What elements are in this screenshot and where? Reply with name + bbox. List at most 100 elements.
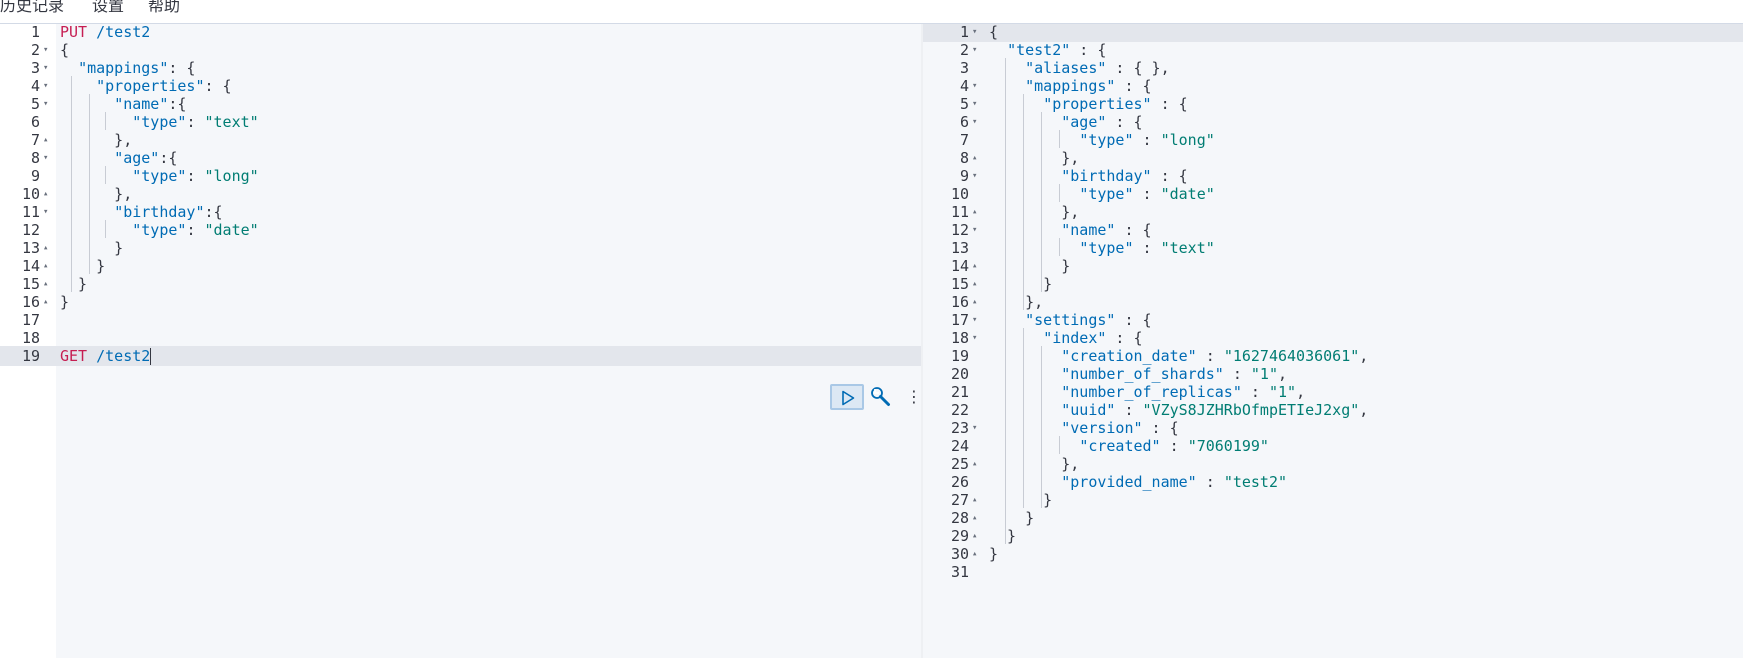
fold-caret-up-icon[interactable]: ▴ [43, 184, 48, 204]
fold-caret-up-icon[interactable]: ▴ [972, 490, 977, 510]
json-punct: } [60, 239, 124, 257]
code-text: "birthday":{ [60, 202, 222, 222]
fold-caret-up-icon[interactable]: ▴ [972, 526, 977, 546]
fold-caret-down-icon[interactable]: ▾ [43, 58, 48, 78]
json-punct [60, 203, 114, 221]
fold-caret-up-icon[interactable]: ▴ [972, 256, 977, 276]
json-punct: : [1241, 383, 1269, 401]
json-punct [989, 221, 1061, 239]
json-punct: } [989, 275, 1053, 293]
line-number: 24 [950, 437, 969, 455]
code-line: 3 "aliases" : { }, [923, 58, 1743, 78]
fold-caret-up-icon[interactable]: ▴ [43, 130, 48, 150]
json-string: "7060199" [1187, 437, 1269, 455]
fold-caret-up-icon[interactable]: ▴ [972, 508, 977, 528]
fold-caret-up-icon[interactable]: ▴ [972, 274, 977, 294]
code-text: "provided_name" : "test2" [989, 472, 1287, 492]
json-key: "type" [132, 167, 187, 185]
fold-caret-down-icon[interactable]: ▾ [972, 418, 977, 438]
line-number: 4 [30, 77, 40, 95]
code-line: 20 "number_of_shards" : "1", [923, 364, 1743, 384]
json-punct: : [1223, 365, 1251, 383]
code-line: 18 ▾ "index" : { [923, 328, 1743, 348]
code-text: } [60, 238, 123, 258]
code-line: 19 "creation_date" : "1627464036061", [923, 346, 1743, 366]
json-key: "settings" [1025, 311, 1116, 329]
fold-caret-down-icon[interactable]: ▾ [43, 76, 48, 96]
code-text: GET /test2 [60, 346, 152, 366]
line-number: 17 [21, 311, 40, 329]
fold-caret-down-icon[interactable]: ▾ [43, 202, 48, 222]
code-line: 3 ▾ "mappings": { [0, 58, 921, 78]
code-text: "number_of_replicas" : "1", [989, 382, 1305, 402]
fold-caret-down-icon[interactable]: ▾ [43, 94, 48, 114]
fold-caret-up-icon[interactable]: ▴ [972, 544, 977, 564]
code-text: "uuid" : "VZyS8JZHRbOfmpETIeJ2xg", [989, 400, 1368, 420]
menu-settings[interactable]: 设置 [92, 0, 124, 16]
json-punct: : [186, 113, 205, 131]
code-text: "name":{ [60, 94, 186, 114]
code-line: 29 ▴ } [923, 526, 1743, 546]
code-line: 8 ▴ }, [923, 148, 1743, 168]
wrench-button[interactable] [870, 386, 894, 408]
json-punct [989, 113, 1061, 131]
code-text: "properties": { [60, 76, 231, 96]
json-punct: : { [1151, 167, 1188, 185]
code-text: } [60, 256, 105, 276]
fold-caret-up-icon[interactable]: ▴ [972, 292, 977, 312]
json-punct [989, 473, 1061, 491]
fold-caret-up-icon[interactable]: ▴ [972, 202, 977, 222]
request-editor[interactable]: 1 PUT /test2 2 ▾{3 ▾ "mappings": {4 ▾ "proper… [0, 24, 921, 658]
indent-guide [1059, 184, 1060, 202]
fold-caret-up-icon[interactable]: ▴ [43, 292, 48, 312]
json-string: "long" [1160, 131, 1215, 149]
json-key: "mappings" [78, 59, 169, 77]
fold-caret-down-icon[interactable]: ▾ [43, 40, 48, 60]
json-key: "properties" [1043, 95, 1152, 113]
json-punct: } [60, 275, 88, 293]
line-number: 16 [21, 293, 40, 311]
code-line: 2 ▾ { [0, 40, 921, 60]
fold-caret-up-icon[interactable]: ▴ [972, 454, 977, 474]
json-punct: } [989, 491, 1053, 509]
fold-caret-up-icon[interactable]: ▴ [43, 274, 48, 294]
line-number: 27 [950, 491, 969, 509]
fold-caret-up-icon[interactable]: ▴ [972, 148, 977, 168]
json-punct [989, 365, 1061, 383]
json-punct: : { [1151, 95, 1188, 113]
json-punct [989, 95, 1043, 113]
http-method: GET [60, 347, 88, 365]
code-line: 9 ▾ "birthday" : { [923, 166, 1743, 186]
indent-guide [1023, 328, 1024, 508]
line-number: 6 [30, 113, 40, 131]
fold-caret-down-icon[interactable]: ▾ [43, 148, 48, 168]
indent-guide [105, 112, 106, 130]
code-text: "version" : { [989, 418, 1178, 438]
json-punct [989, 401, 1061, 419]
json-key: /test2 [87, 347, 151, 365]
fold-caret-down-icon[interactable]: ▾ [972, 112, 977, 132]
fold-caret-up-icon[interactable]: ▴ [43, 256, 48, 276]
fold-caret-down-icon[interactable]: ▾ [972, 166, 977, 186]
send-request-button[interactable] [830, 384, 864, 410]
fold-caret-down-icon[interactable]: ▾ [972, 310, 977, 330]
line-number: 3 [30, 59, 40, 77]
fold-caret-down-icon[interactable]: ▾ [972, 76, 977, 96]
fold-caret-down-icon[interactable]: ▾ [972, 328, 977, 348]
code-line: 13 "type" : "text" [923, 238, 1743, 258]
request-action-bar: ⋮ [830, 384, 922, 410]
code-line: 18 [0, 328, 921, 348]
fold-caret-up-icon[interactable]: ▴ [43, 238, 48, 258]
json-key: "properties" [96, 77, 205, 95]
menu-history[interactable]: 历史记录 [0, 0, 64, 16]
json-punct: }, [989, 149, 1080, 167]
fold-caret-down-icon[interactable]: ▾ [972, 220, 977, 240]
fold-caret-down-icon[interactable]: ▾ [972, 40, 977, 60]
code-line: 15 ▴ } [0, 274, 921, 294]
json-key: "test2" [1007, 41, 1071, 59]
menu-help[interactable]: 帮助 [148, 0, 180, 16]
json-key: "type" [1079, 239, 1134, 257]
fold-caret-down-icon[interactable]: ▾ [972, 94, 977, 114]
more-vertical-icon[interactable]: ⋮ [906, 387, 922, 407]
line-number: 15 [950, 275, 969, 293]
